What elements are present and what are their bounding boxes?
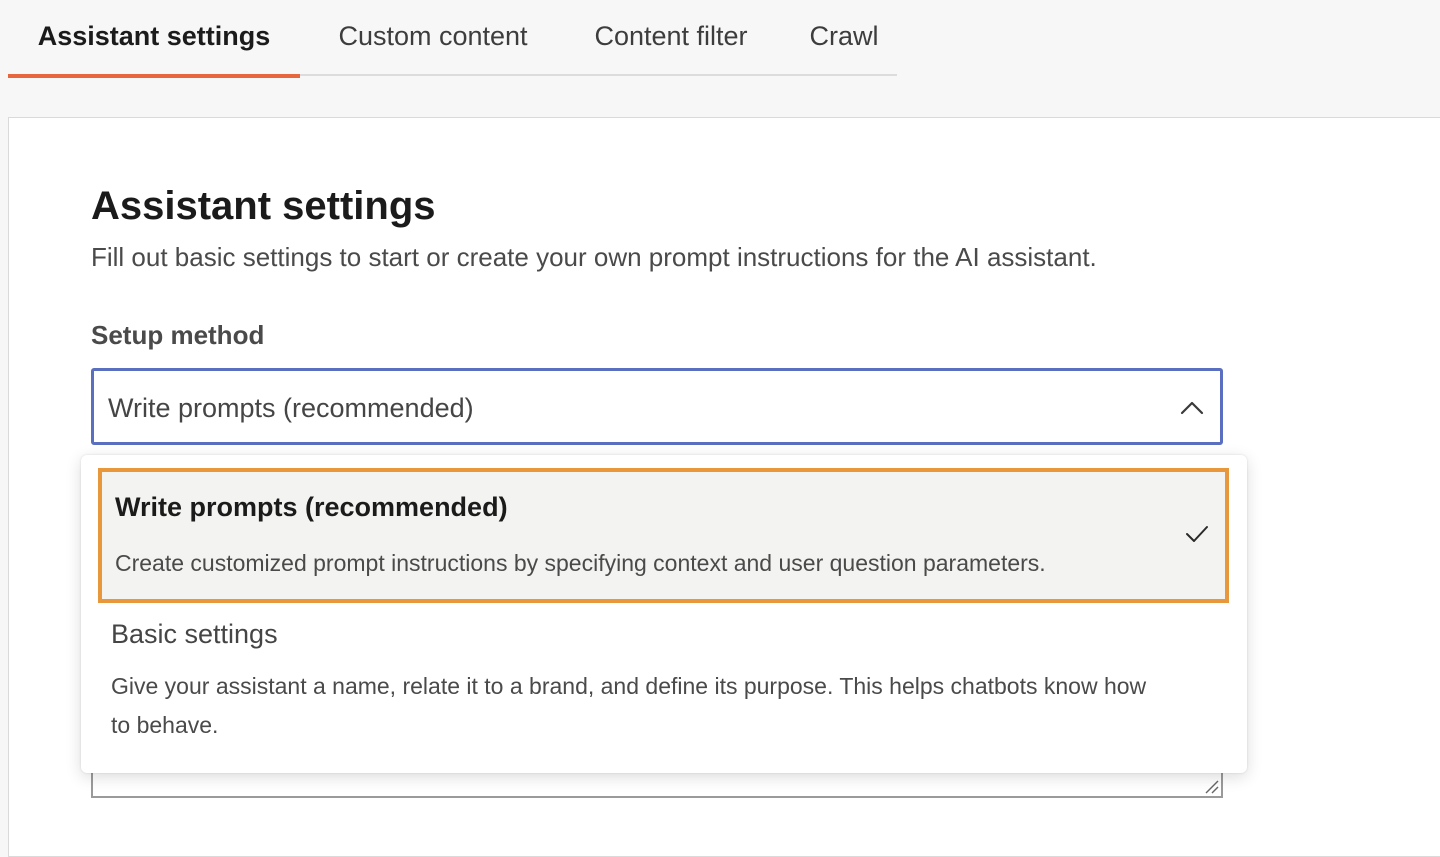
option-title: Basic settings (111, 619, 278, 649)
tab-custom-content[interactable]: Custom content (313, 0, 553, 76)
tab-assistant-settings[interactable]: Assistant settings (8, 0, 300, 78)
tab-bar: Assistant settings Custom content Conten… (8, 0, 897, 78)
resize-handle-icon[interactable] (1203, 778, 1219, 794)
option-basic-settings[interactable]: Basic settings Give your assistant a nam… (98, 605, 1229, 755)
setup-method-selected-value: Write prompts (recommended) (108, 393, 474, 423)
setup-method-label: Setup method (91, 320, 265, 350)
tab-content-filter[interactable]: Content filter (574, 0, 768, 76)
option-write-prompts[interactable]: Write prompts (recommended) Create custo… (98, 468, 1229, 603)
option-description: Create customized prompt instructions by… (115, 550, 1046, 576)
page-subtitle: Fill out basic settings to start or crea… (91, 242, 1097, 272)
tab-crawl[interactable]: Crawl (796, 0, 892, 76)
setup-method-dropdown-menu: Write prompts (recommended) Create custo… (81, 455, 1247, 773)
page-title: Assistant settings (91, 184, 436, 228)
chevron-up-icon (1180, 401, 1204, 415)
option-description: Give your assistant a name, relate it to… (111, 673, 1147, 738)
option-title: Write prompts (recommended) (115, 492, 508, 522)
check-icon (1186, 526, 1208, 542)
setup-method-select[interactable]: Write prompts (recommended) (91, 368, 1223, 445)
